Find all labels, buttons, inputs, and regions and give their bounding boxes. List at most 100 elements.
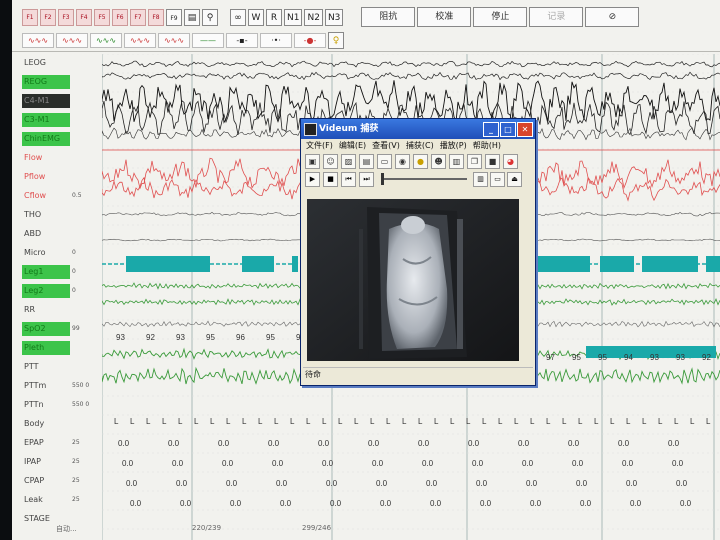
channel-name: PTTn [24, 400, 44, 409]
pressure-value: 0.0 [118, 439, 130, 448]
menu-view[interactable]: 查看(V) [372, 139, 400, 152]
f6-button[interactable]: F6 [112, 8, 128, 26]
camera-icon[interactable]: ▣ [305, 153, 320, 169]
channel-row[interactable]: SpO2 99 [22, 322, 102, 336]
channel-row[interactable]: CPAP 25 [22, 474, 102, 488]
video-capture-window[interactable]: Videum 捕获 _ □ ✕ 文件(F) 编辑(E) 查看(V) 捕获(C) … [300, 118, 536, 386]
channel-row[interactable]: PTTn 550 0 [22, 398, 102, 412]
channel-row[interactable]: Leak 25 [22, 493, 102, 507]
impedance-button[interactable]: 阻抗 [361, 7, 416, 27]
stop-square-icon[interactable]: ■ [485, 153, 500, 169]
seek-slider[interactable] [381, 173, 467, 185]
channel-row[interactable]: Body [22, 417, 102, 431]
f5-button[interactable]: F5 [94, 8, 110, 26]
no-entry-icon[interactable]: ⊘ [585, 7, 640, 27]
print-icon[interactable]: ▤ [184, 8, 200, 26]
maximize-icon[interactable]: □ [500, 122, 516, 137]
probe-icon[interactable]: ⚲ [202, 8, 218, 26]
channel-name: Pflow [24, 172, 46, 181]
stage-w-button[interactable]: W [248, 8, 264, 26]
channel-row[interactable]: ChinEMG [22, 132, 102, 146]
folder-icon[interactable]: ▭ [490, 171, 505, 187]
channel-row[interactable]: RR [22, 303, 102, 317]
montage-marker-icon[interactable]: -▪- [226, 33, 258, 48]
montage-wave-icon[interactable]: ∿∿∿ [124, 33, 156, 48]
rewind-icon[interactable]: ⏮ [341, 171, 356, 187]
montage-wave-icon[interactable]: ∿∿∿ [158, 33, 190, 48]
channel-scale: 25 [72, 458, 80, 465]
channel-row[interactable]: Flow [22, 151, 102, 165]
body-position-marker: L [610, 417, 615, 426]
montage-wave-icon[interactable]: ∿∿∿ [22, 33, 54, 48]
record-icon[interactable]: ● [413, 153, 428, 169]
color-icon[interactable]: ◕ [503, 153, 518, 169]
scale-icon[interactable]: ∞ [230, 8, 246, 26]
channel-row[interactable]: EPAP 25 [22, 436, 102, 450]
channel-row[interactable]: Pleth [22, 341, 102, 355]
channel-row[interactable]: C4-M1 [22, 94, 102, 108]
audio-icon[interactable]: ◉ [395, 153, 410, 169]
stage-n3-button[interactable]: N3 [324, 8, 344, 26]
channel-row[interactable]: PTT [22, 360, 102, 374]
channel-row[interactable]: THO [22, 208, 102, 222]
open-icon[interactable]: ▭ [377, 153, 392, 169]
close-icon[interactable]: ✕ [517, 122, 533, 137]
channel-name: LEOG [24, 58, 47, 67]
spo2-value: 96 [236, 333, 245, 342]
menu-help[interactable]: 帮助(H) [473, 139, 501, 152]
montage-red-icon[interactable]: -●- [294, 33, 326, 48]
stage-n2-button[interactable]: N2 [304, 8, 323, 26]
f8-button[interactable]: F8 [148, 8, 164, 26]
image-icon[interactable]: ▨ [341, 153, 356, 169]
eject-icon[interactable]: ⏏ [507, 171, 522, 187]
channel-row[interactable]: Cflow 0.5 [22, 189, 102, 203]
save-icon[interactable]: ▤ [359, 153, 374, 169]
f7-button[interactable]: F7 [130, 8, 146, 26]
body-position-marker: L [370, 417, 375, 426]
stop-button[interactable]: 停止 [473, 7, 528, 27]
record-button[interactable]: 记录 [529, 7, 584, 27]
forward-icon[interactable]: ⏭ [359, 171, 374, 187]
menu-file[interactable]: 文件(F) [306, 139, 333, 152]
f3-button[interactable]: F3 [58, 8, 74, 26]
body-position-marker: L [530, 417, 535, 426]
face-icon[interactable]: ☻ [431, 153, 446, 169]
minimize-icon[interactable]: _ [483, 122, 499, 137]
channel-row[interactable]: REOG [22, 75, 102, 89]
calibrate-button[interactable]: 校准 [417, 7, 472, 27]
f9-button[interactable]: F9 [166, 8, 182, 26]
channel-row[interactable]: C3-M1 [22, 113, 102, 127]
f4-button[interactable]: F4 [76, 8, 92, 26]
montage-wave-icon[interactable]: ∿∿∿ [90, 33, 122, 48]
menu-play[interactable]: 播放(P) [440, 139, 467, 152]
settings-icon[interactable]: ▥ [449, 153, 464, 169]
person-icon[interactable]: ☺ [323, 153, 338, 169]
stop-icon[interactable]: ■ [323, 171, 338, 187]
menu-capture[interactable]: 捕获(C) [406, 139, 434, 152]
channel-row[interactable]: IPAP 25 [22, 455, 102, 469]
stage-n1-button[interactable]: N1 [284, 8, 303, 26]
channel-row[interactable]: ABD [22, 227, 102, 241]
channel-row[interactable]: Pflow [22, 170, 102, 184]
pressure-value: 0.0 [522, 459, 534, 468]
film-icon[interactable]: ▥ [473, 171, 488, 187]
channel-row[interactable]: PTTm 550 0 [22, 379, 102, 393]
channel-row[interactable]: Leg1 0 [22, 265, 102, 279]
menu-edit[interactable]: 编辑(E) [339, 139, 366, 152]
stage-r-button[interactable]: R [266, 8, 282, 26]
copy-icon[interactable]: ❐ [467, 153, 482, 169]
montage-wave-icon[interactable]: ∿∿∿ [56, 33, 88, 48]
spo2-value: 95 [572, 353, 581, 362]
f2-button[interactable]: F2 [40, 8, 56, 26]
montage-dots-icon[interactable]: ·•· [260, 33, 292, 48]
channel-row[interactable]: Leg2 0 [22, 284, 102, 298]
f1-button[interactable]: F1 [22, 8, 38, 26]
window-titlebar[interactable]: Videum 捕获 _ □ ✕ [301, 119, 535, 139]
channel-row[interactable]: Micro 0 [22, 246, 102, 260]
channel-name: THO [24, 210, 42, 219]
channel-row[interactable]: LEOG [22, 56, 102, 70]
montage-line-icon[interactable]: —— [192, 33, 224, 48]
play-icon[interactable]: ▶ [305, 171, 320, 187]
seek-thumb[interactable] [381, 173, 384, 185]
lightbulb-icon[interactable]: ♀ [328, 32, 344, 49]
